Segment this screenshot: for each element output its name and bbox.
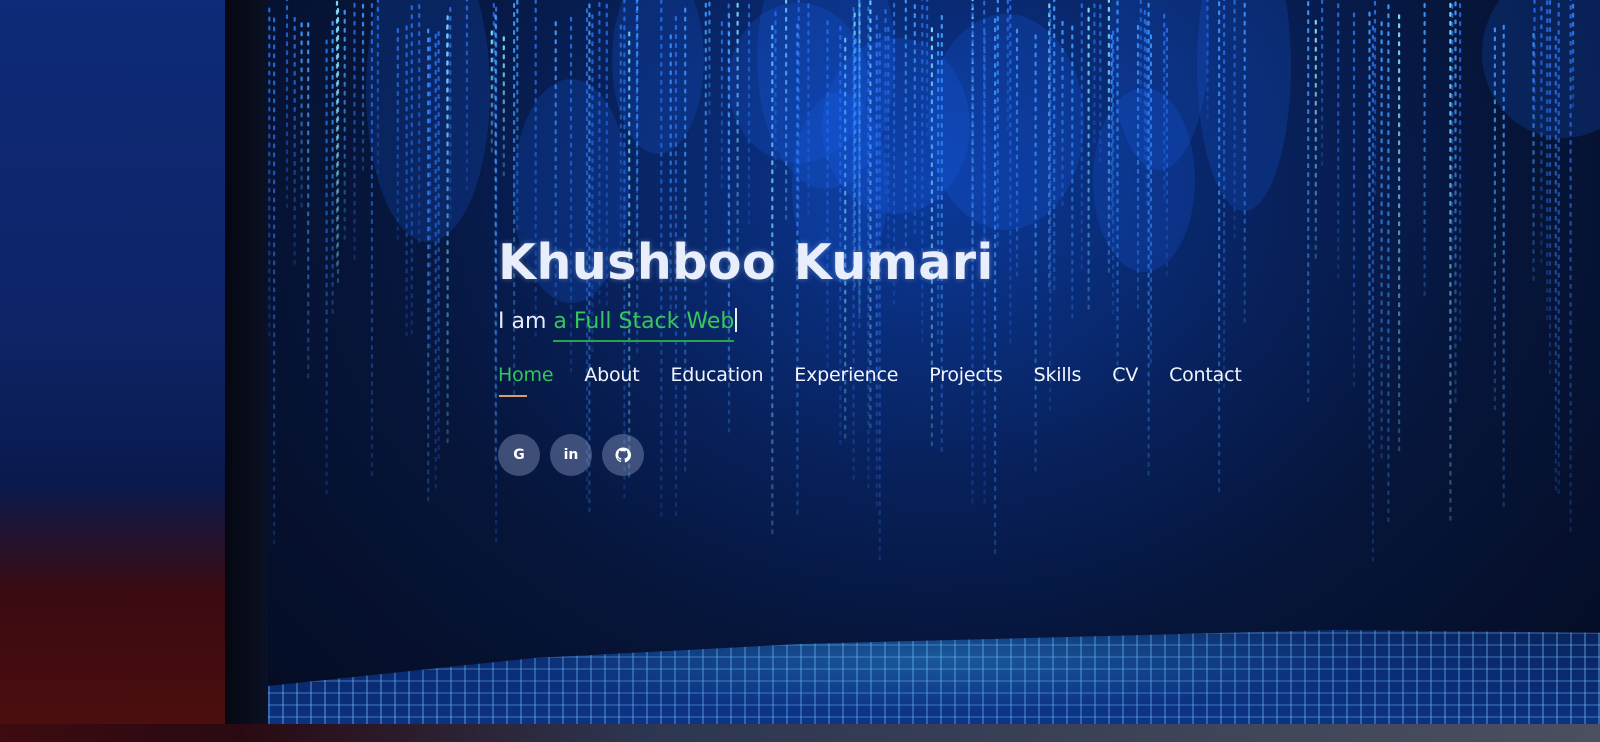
rain-streak [335, 0, 339, 267]
rain-streak [1449, 2, 1452, 521]
rain-streak [490, 30, 493, 153]
hero-tagline: I am a Full Stack Web [498, 308, 1273, 342]
tagline-typed-text: a Full Stack Web [553, 309, 735, 342]
rain-streak [325, 39, 328, 495]
rain-streak [1307, 1, 1310, 403]
rain-streak [273, 17, 276, 545]
rain-streak [307, 22, 310, 379]
rain-streak [1398, 14, 1401, 452]
rain-streak [1337, 3, 1340, 279]
glow-blob [366, 0, 490, 242]
nav-cv[interactable]: CV [1112, 364, 1138, 386]
github-button[interactable] [602, 434, 644, 476]
rain-streak [1459, 3, 1462, 342]
nav-home[interactable]: Home [498, 364, 554, 397]
linkedin-button[interactable]: in [550, 434, 592, 476]
glow-blob [1197, 0, 1291, 211]
rain-streak [285, 0, 289, 209]
rain-streak [1423, 3, 1426, 296]
photo-of-monitor: Khushboo Kumari I am a Full Stack Web Ho… [0, 0, 1600, 742]
glow-blob [612, 0, 704, 154]
background-wall [0, 0, 245, 742]
glow-blob [1482, 0, 1600, 138]
rain-streak [736, 2, 739, 251]
rain-streak [1314, 19, 1317, 259]
rain-streak [1380, 21, 1383, 459]
typing-caret [735, 308, 738, 332]
rain-streak [293, 16, 296, 265]
hero-name: Khushboo Kumari [498, 234, 994, 291]
rain-streak [353, 2, 356, 260]
rain-streak [1093, 3, 1096, 144]
rain-streak [502, 36, 505, 177]
google-icon: G [513, 447, 525, 463]
nav-about[interactable]: About [584, 364, 639, 386]
desk-edge [0, 724, 1600, 742]
rain-streak [1368, 11, 1371, 449]
rain-streak [361, 3, 365, 171]
nav-projects[interactable]: Projects [929, 364, 1003, 386]
glow-blob [928, 14, 1084, 230]
rain-streak [720, 21, 723, 189]
rain-streak [300, 22, 303, 208]
rain-streak [1373, 0, 1377, 195]
rain-streak [1321, 0, 1324, 166]
rain-streak [268, 7, 271, 337]
rain-streak [708, 1, 711, 115]
nav-education[interactable]: Education [671, 364, 764, 386]
main-nav: Home About Education Experience Projects… [498, 364, 1273, 397]
rain-streak [1451, 3, 1454, 261]
tagline-prefix: I am [498, 309, 554, 334]
linkedin-icon: in [563, 447, 579, 463]
google-button[interactable]: G [498, 434, 540, 476]
hero-section: Khushboo Kumari I am a Full Stack Web Ho… [498, 232, 1273, 476]
rain-streak [331, 20, 334, 314]
rain-streak [1371, 25, 1374, 562]
rain-streak [343, 9, 346, 240]
rain-streak [1387, 4, 1390, 523]
github-icon [615, 447, 631, 463]
nav-experience[interactable]: Experience [794, 364, 898, 386]
rain-streak [1352, 12, 1356, 387]
nav-contact[interactable]: Contact [1169, 364, 1242, 386]
rain-streak [1454, 1, 1457, 403]
nav-skills[interactable]: Skills [1034, 364, 1082, 386]
social-links: G in [498, 434, 1273, 476]
